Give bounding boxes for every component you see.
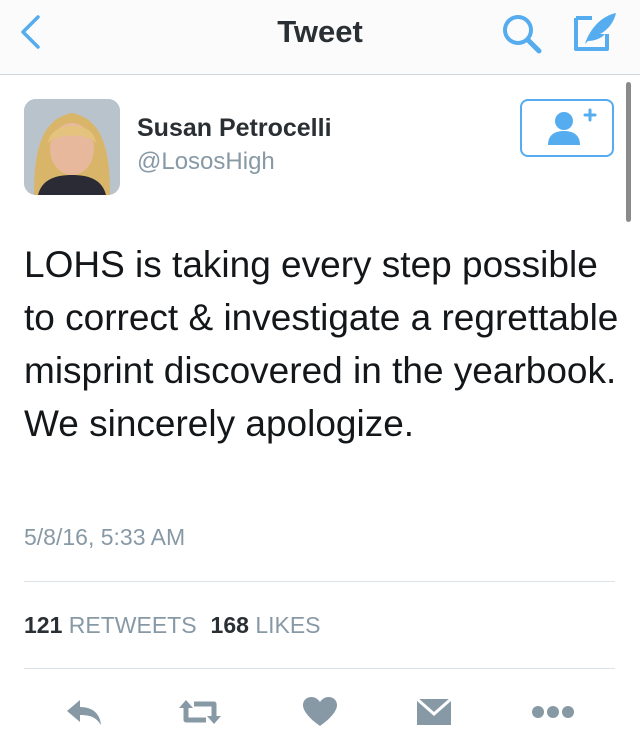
more-button[interactable] [530, 686, 576, 738]
search-button[interactable] [500, 12, 544, 56]
retweets-count: 121 [24, 612, 63, 638]
more-icon [532, 706, 574, 718]
add-user-icon [548, 108, 597, 145]
compose-icon [574, 13, 616, 51]
author-name[interactable]: Susan Petrocelli [137, 114, 332, 143]
tweet-text: LOHS is taking every step possible to co… [24, 244, 619, 444]
scrollbar[interactable] [626, 82, 631, 222]
divider [24, 581, 615, 582]
reply-button[interactable] [62, 686, 106, 738]
author-handle[interactable]: @LososHigh [137, 148, 275, 176]
retweet-button[interactable] [176, 686, 224, 738]
navigation-bar: Tweet [0, 0, 640, 75]
heart-icon [303, 697, 337, 726]
divider [24, 668, 615, 669]
profile-photo [24, 99, 120, 195]
action-bar [0, 686, 640, 746]
likes-count: 168 [210, 612, 249, 638]
likes-stat[interactable]: 168 LIKES [211, 612, 321, 638]
reply-icon [67, 700, 101, 725]
envelope-icon [416, 697, 452, 725]
avatar[interactable] [24, 99, 120, 195]
retweets-label: RETWEETS [68, 612, 197, 638]
retweet-icon [179, 700, 221, 724]
follow-button[interactable] [520, 99, 614, 157]
like-button[interactable] [300, 686, 340, 738]
retweets-stat[interactable]: 121 RETWEETS [24, 612, 197, 638]
compose-button[interactable] [570, 10, 620, 54]
tweet-timestamp: 5/8/16, 5:33 AM [24, 524, 186, 550]
likes-label: LIKES [255, 612, 321, 638]
page-title: Tweet [277, 14, 363, 49]
direct-message-button[interactable] [414, 686, 454, 738]
tweet-stats: 121 RETWEETS 168 LIKES [24, 612, 321, 639]
search-icon [503, 15, 542, 54]
